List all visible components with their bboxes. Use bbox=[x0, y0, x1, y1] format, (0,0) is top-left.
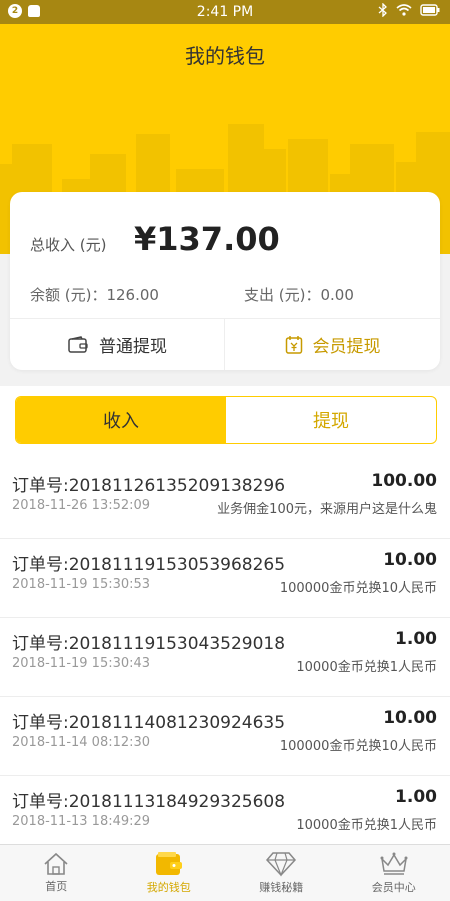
total-income-amount: ¥137.00 bbox=[134, 220, 280, 258]
order-amount: 1.00 bbox=[395, 629, 437, 649]
order-number: 订单号:2018112613520913829​6 bbox=[12, 471, 285, 496]
nav-label-earning-tips: 赚钱秘籍 bbox=[259, 879, 303, 895]
order-date: 2018-11-26 13:52:09 bbox=[12, 498, 150, 513]
order-amount: 1.00 bbox=[395, 787, 437, 807]
wifi-icon bbox=[396, 4, 412, 16]
bottom-navigation: 首页 我的钱包 赚钱秘籍 会员中心 bbox=[0, 844, 450, 901]
order-description: 业务佣金100元，来源用户这是什么鬼 bbox=[217, 498, 437, 517]
crown-icon bbox=[378, 851, 410, 877]
vip-withdraw-button[interactable]: 会员提现 bbox=[225, 319, 440, 370]
order-description: 10000金币兑换1人民币 bbox=[296, 814, 437, 833]
transaction-tabs: 收入 提现 bbox=[15, 396, 437, 444]
calendar-yuan-icon bbox=[285, 335, 303, 355]
list-item[interactable]: 订单号:20181119153053968265 10.00 2018-11-1… bbox=[0, 539, 450, 618]
order-number: 订单号:20181114081230924635 bbox=[12, 708, 285, 733]
nav-label-member-center: 会员中心 bbox=[372, 879, 416, 895]
list-item[interactable]: 订单号:20181119153043529018 1.00 2018-11-19… bbox=[0, 618, 450, 697]
diamond-icon bbox=[265, 851, 297, 877]
tab-income[interactable]: 收入 bbox=[16, 397, 226, 443]
page-title: 我的钱包 bbox=[0, 40, 450, 69]
home-icon bbox=[41, 852, 71, 876]
status-right bbox=[378, 3, 440, 17]
order-date: 2018-11-13 18:49:29 bbox=[12, 814, 150, 829]
income-summary-card: 总收入 (元) ¥137.00 余额 (元)：126.00 支出 (元)：0.0… bbox=[10, 192, 440, 370]
nav-item-wallet[interactable]: 我的钱包 bbox=[113, 845, 226, 901]
list-item[interactable]: 订单号:2018112613520913829​6 100.00 2018-11… bbox=[0, 460, 450, 539]
order-amount: 10.00 bbox=[383, 550, 437, 570]
expense-text: 支出 (元)：0.00 bbox=[244, 284, 354, 305]
list-item[interactable]: 订单号:20181114081230924635 10.00 2018-11-1… bbox=[0, 697, 450, 776]
order-number: 订单号:20181113184929325608 bbox=[12, 787, 285, 812]
tab-withdraw[interactable]: 提现 bbox=[226, 397, 436, 443]
order-date: 2018-11-19 15:30:43 bbox=[12, 656, 150, 671]
order-description: 100000金币兑换10人民币 bbox=[280, 577, 437, 596]
vip-withdraw-label: 会员提现 bbox=[313, 332, 381, 357]
status-bar: 2 2:41 PM bbox=[0, 0, 450, 24]
order-number: 订单号:20181119153043529018 bbox=[12, 629, 285, 654]
order-number: 订单号:20181119153053968265 bbox=[12, 550, 285, 575]
order-date: 2018-11-14 08:12:30 bbox=[12, 735, 150, 750]
bluetooth-icon bbox=[378, 3, 388, 17]
order-amount: 10.00 bbox=[383, 708, 437, 728]
total-income-label: 总收入 (元) bbox=[30, 234, 106, 255]
order-amount: 100.00 bbox=[371, 471, 437, 491]
balance-text: 余额 (元)：126.00 bbox=[30, 284, 159, 305]
order-description: 10000金币兑换1人民币 bbox=[296, 656, 437, 675]
order-description: 100000金币兑换10人民币 bbox=[280, 735, 437, 754]
nav-item-home[interactable]: 首页 bbox=[0, 845, 113, 901]
nav-label-wallet: 我的钱包 bbox=[147, 879, 191, 895]
nav-label-home: 首页 bbox=[45, 878, 67, 894]
wallet-icon bbox=[154, 851, 184, 877]
order-list: 订单号:2018112613520913829​6 100.00 2018-11… bbox=[0, 460, 450, 855]
normal-withdraw-button[interactable]: 普通提现 bbox=[10, 319, 224, 370]
nav-item-earning-tips[interactable]: 赚钱秘籍 bbox=[225, 845, 338, 901]
normal-withdraw-label: 普通提现 bbox=[99, 332, 167, 357]
battery-icon bbox=[420, 4, 440, 16]
wallet-outline-icon bbox=[67, 336, 89, 354]
nav-item-member-center[interactable]: 会员中心 bbox=[338, 845, 450, 901]
order-date: 2018-11-19 15:30:53 bbox=[12, 577, 150, 592]
